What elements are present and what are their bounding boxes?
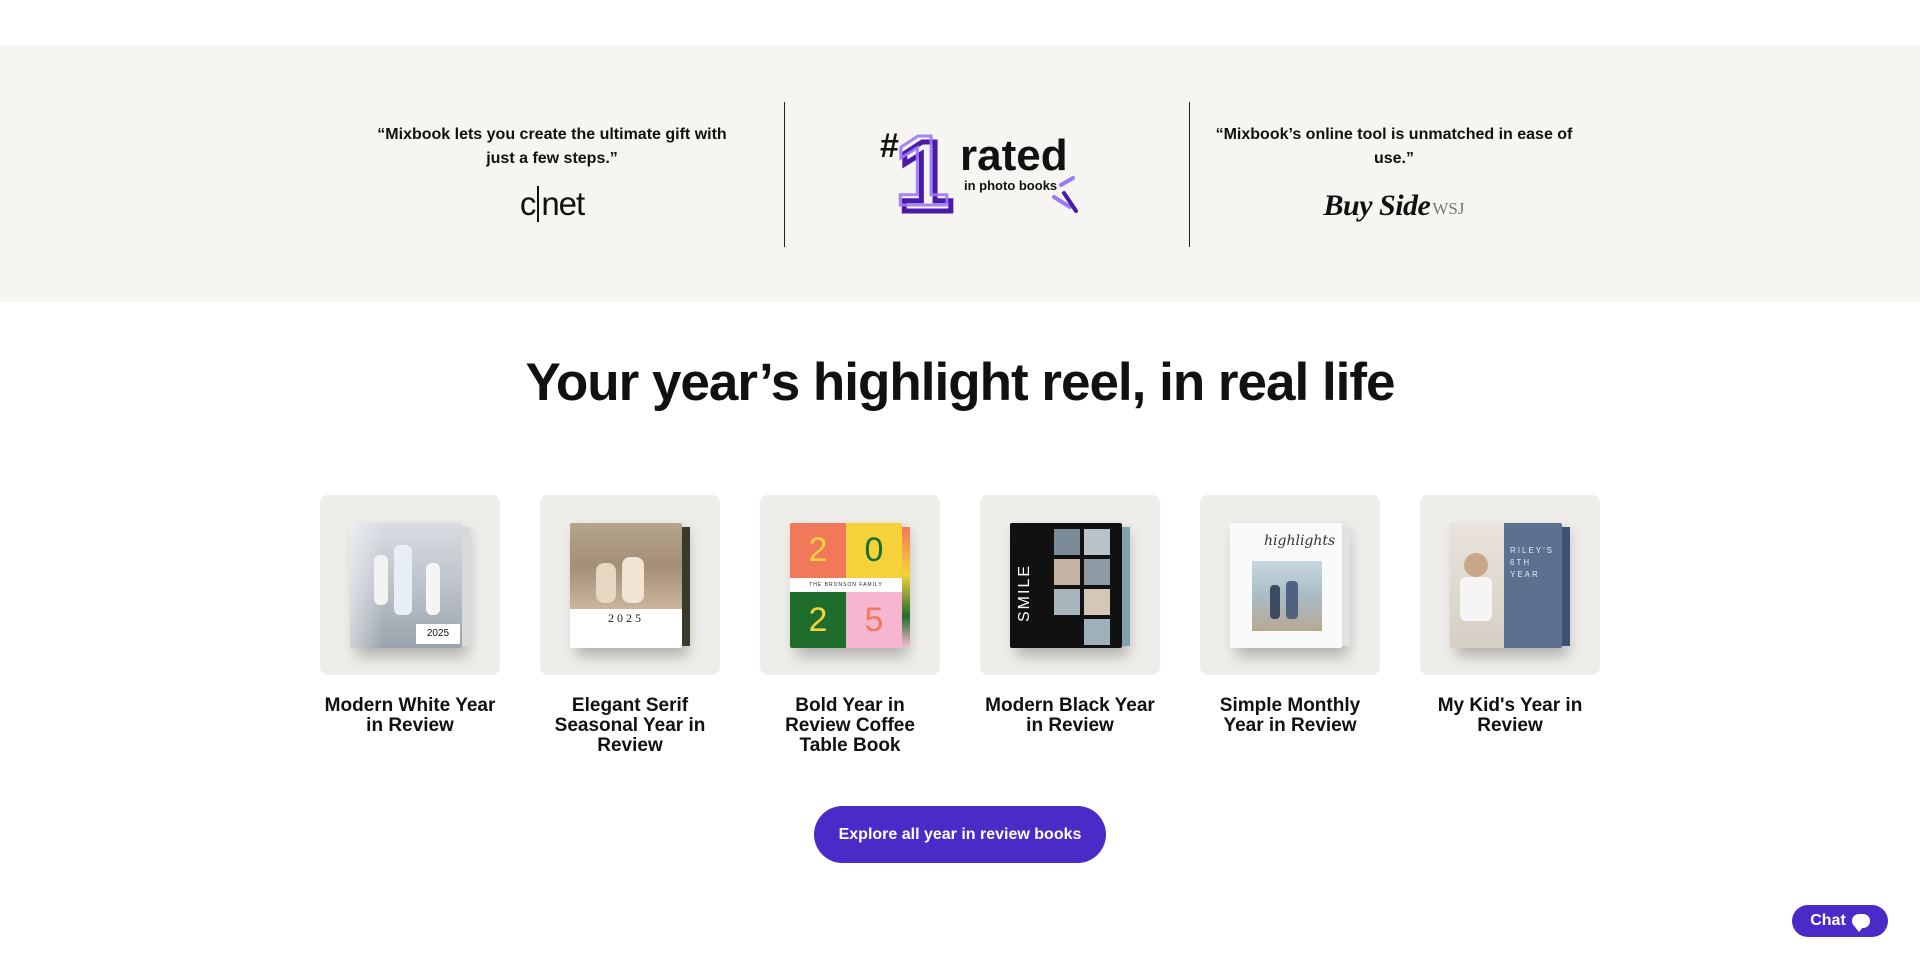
product-card-title[interactable]: Modern Black Year in Review	[980, 696, 1160, 736]
buyside-wsj-logo: Buy Side WSJ	[1214, 185, 1574, 223]
product-card-kids-year[interactable]: RILEY'S 6TH YEAR My Kid's Year in Review	[1420, 495, 1600, 736]
product-thumbnail[interactable]: RILEY'S 6TH YEAR	[1420, 495, 1600, 675]
wsj-logo-text: WSJ	[1432, 199, 1465, 218]
cnet-press-quote: “Mixbook lets you create the ultimate gi…	[372, 45, 732, 302]
product-card-modern-white[interactable]: 2025 Modern White Year in Review	[320, 495, 500, 736]
chat-button[interactable]: Chat	[1792, 905, 1888, 937]
rated-badge-area: # 1 1 rated in photo books	[785, 45, 1190, 302]
book-cover-image: 2025	[570, 523, 690, 648]
product-card-title[interactable]: My Kid's Year in Review	[1420, 696, 1600, 736]
badge-sparkle-icon	[1052, 176, 1078, 213]
book-cover-image: 2025	[350, 523, 470, 648]
badge-word: rated	[960, 131, 1068, 180]
speech-bubble-icon	[1851, 914, 1870, 932]
cover-year-text: 2025	[608, 611, 644, 625]
svg-text:1: 1	[894, 115, 950, 225]
book-cover-image: highlights	[1230, 523, 1350, 648]
cover-title-text: highlights	[1264, 533, 1336, 549]
product-card-bold-coffee-table[interactable]: 2 0 THE BRONSON FAMILY 2 5 Bold Year in …	[760, 495, 940, 756]
press-band: “Mixbook lets you create the ultimate gi…	[0, 45, 1920, 302]
product-card-title[interactable]: Simple Monthly Year in Review	[1200, 696, 1380, 736]
section-headline: Your year’s highlight reel, in real life	[525, 353, 1395, 412]
product-thumbnail[interactable]: highlights	[1200, 495, 1380, 675]
chat-label: Chat	[1810, 912, 1846, 929]
book-cover-image: 2 0 THE BRONSON FAMILY 2 5	[790, 523, 910, 648]
product-thumbnail[interactable]: SMILE	[980, 495, 1160, 675]
badge-subtext: in photo books	[964, 178, 1057, 193]
explore-year-in-review-button[interactable]: Explore all year in review books	[814, 806, 1106, 863]
book-cover-image: RILEY'S 6TH YEAR	[1450, 523, 1570, 648]
cover-title-text: SMILE	[1016, 564, 1033, 623]
press-divider	[1189, 102, 1190, 247]
year-in-review-card-row: 2025 Modern White Year in Review 2025 El…	[320, 495, 1600, 765]
cnet-quote-text: “Mixbook lets you create the ultimate gi…	[377, 126, 727, 167]
product-card-elegant-serif[interactable]: 2025 Elegant Serif Seasonal Year in Revi…	[540, 495, 720, 756]
product-thumbnail[interactable]: 2 0 THE BRONSON FAMILY 2 5	[760, 495, 940, 675]
buyside-quote-text: “Mixbook’s online tool is unmatched in e…	[1215, 126, 1573, 167]
cover-digit: 5	[846, 592, 902, 648]
product-thumbnail[interactable]: 2025	[320, 495, 500, 675]
product-card-title[interactable]: Elegant Serif Seasonal Year in Review	[540, 696, 720, 756]
product-thumbnail[interactable]: 2025	[540, 495, 720, 675]
buyside-press-quote: “Mixbook’s online tool is unmatched in e…	[1214, 45, 1574, 302]
cover-digit: 2	[790, 592, 846, 648]
cover-family-name: THE BRONSON FAMILY	[790, 578, 902, 592]
cover-digit: 0	[846, 523, 902, 578]
number-one-rated-badge: # 1 1 rated in photo books	[880, 114, 1100, 236]
cover-year-text: 2025	[416, 624, 460, 644]
product-card-simple-monthly[interactable]: highlights Simple Monthly Year in Review	[1200, 495, 1380, 736]
product-card-title[interactable]: Bold Year in Review Coffee Table Book	[760, 696, 940, 756]
cover-digit: 2	[790, 523, 846, 578]
product-card-modern-black[interactable]: SMILE Modern Black Year in Review	[980, 495, 1160, 736]
cover-title-text: RILEY'S 6TH YEAR	[1510, 546, 1554, 579]
cnet-logo: c net	[519, 185, 585, 222]
book-cover-image: SMILE	[1010, 523, 1130, 648]
buyside-logo-text: Buy Side	[1323, 189, 1431, 222]
product-card-title[interactable]: Modern White Year in Review	[320, 696, 500, 736]
